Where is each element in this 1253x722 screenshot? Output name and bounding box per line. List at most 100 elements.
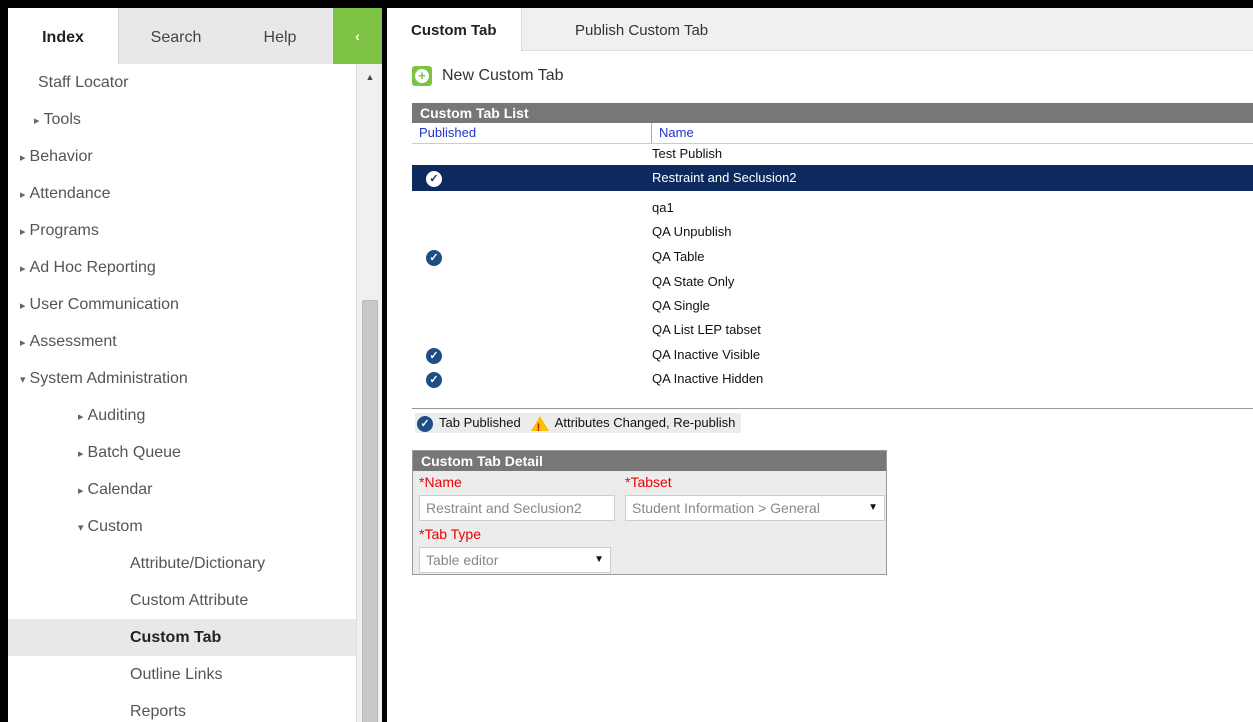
tabset-label: *Tabset: [625, 474, 672, 490]
expand-arrow-icon: ▸: [20, 189, 26, 201]
custom-tab-detail: Custom Tab Detail *Name Restraint and Se…: [412, 450, 887, 575]
tab-publish-custom-tab[interactable]: Publish Custom Tab: [551, 8, 732, 50]
row-name: Restraint and Seclusion2: [652, 170, 797, 185]
nav-item[interactable]: ▸ Assessment: [8, 323, 368, 360]
legend-published-label: Tab Published: [439, 415, 521, 430]
nav-item-label: Attribute/Dictionary: [130, 555, 266, 572]
nav-tree: Staff Locator ▸ Tools ▸ Behavior ▸ Attendan…: [8, 64, 382, 722]
legend-changed-label: Attributes Changed, Re-publish: [554, 415, 736, 430]
expand-arrow-icon: ▸: [20, 300, 26, 312]
row-name: QA Inactive Visible: [652, 347, 761, 362]
nav-item[interactable]: ▾ Custom: [8, 508, 382, 545]
tabset-select[interactable]: Student Information > General ▼: [625, 495, 885, 521]
nav-item-label: Assessment: [29, 333, 117, 350]
tab-index[interactable]: Index: [8, 8, 119, 64]
warning-icon: !: [530, 416, 549, 434]
nav-item[interactable]: ▸ Batch Queue: [8, 434, 382, 471]
row-name: QA Single: [652, 298, 710, 313]
row-name: QA List LEP tabset: [652, 322, 761, 337]
column-header-published[interactable]: Published: [412, 123, 652, 143]
row-name: QA State Only: [652, 274, 735, 289]
nav-item-label: Attendance: [29, 185, 111, 202]
nav-item[interactable]: Staff Locator: [8, 64, 382, 101]
new-custom-tab-button[interactable]: + New Custom Tab: [412, 64, 564, 88]
published-check-icon: ✓: [426, 249, 442, 266]
expand-arrow-icon: ▸: [20, 337, 26, 349]
nav-item-label: Custom Attribute: [130, 592, 249, 609]
table-row[interactable]: ✓ QA Table: [412, 243, 1253, 270]
collapse-button[interactable]: ‹: [333, 8, 382, 64]
nav-item[interactable]: ▸ Tools: [8, 101, 382, 138]
nav-item[interactable]: ▸ Behavior: [8, 138, 368, 175]
custom-tab-list-header: Custom Tab List: [412, 103, 1253, 123]
nav-item[interactable]: Reports: [8, 693, 382, 722]
nav-item[interactable]: Outline Links: [8, 656, 382, 693]
row-name: QA Table: [652, 249, 705, 264]
table-row[interactable]: QA Unpublish: [412, 220, 1253, 243]
column-header-name[interactable]: Name: [652, 123, 694, 143]
expand-arrow-icon: ▸: [20, 226, 26, 238]
scroll-up-arrow-icon[interactable]: ▲: [357, 64, 382, 90]
nav-item-label: System Administration: [29, 370, 188, 387]
table-row[interactable]: ✓ QA Inactive Visible: [412, 342, 1253, 367]
column-header-row: Published Name: [412, 123, 1253, 144]
nav-item[interactable]: ▸ Auditing: [8, 397, 382, 434]
nav-item-label: Behavior: [29, 148, 93, 165]
row-name: Test Publish: [652, 146, 723, 161]
expand-arrow-icon: ▸: [20, 263, 26, 275]
name-input[interactable]: Restraint and Seclusion2: [419, 495, 615, 521]
nav-item[interactable]: ▾ System Administration: [8, 360, 368, 397]
nav-item[interactable]: ▸ User Communication: [8, 286, 368, 323]
nav-item[interactable]: Custom Attribute: [8, 582, 382, 619]
table-row[interactable]: QA List LEP tabset: [412, 318, 1253, 342]
new-custom-tab-label: New Custom Tab: [442, 67, 564, 84]
expand-arrow-icon: ▸: [34, 115, 40, 127]
table-row[interactable]: ✓ Restraint and Seclusion2: [412, 165, 1253, 191]
custom-tab-list: Custom Tab List Published Name Test Publ…: [412, 103, 1253, 409]
published-check-icon: ✓: [426, 371, 442, 388]
nav-item[interactable]: ▸ Calendar: [8, 471, 382, 508]
nav-item[interactable]: ▸ Attendance: [8, 175, 368, 212]
expand-arrow-icon: ▸: [78, 485, 84, 497]
table-row[interactable]: QA State Only: [412, 270, 1253, 294]
row-name: QA Unpublish: [652, 224, 732, 239]
dropdown-arrow-icon: ▼: [868, 502, 878, 513]
left-pane: Index Search Help ‹ Staff Locator ▸ Tools…: [8, 8, 382, 722]
tabset-value: Student Information > General: [632, 500, 820, 516]
tab-type-value: Table editor: [426, 552, 499, 568]
tab-help[interactable]: Help: [230, 8, 330, 64]
nav-item[interactable]: ▸ Programs: [8, 212, 368, 249]
nav-item-label: User Communication: [29, 296, 179, 313]
tab-type-label: *Tab Type: [419, 526, 482, 542]
nav-item-label: Batch Queue: [87, 444, 181, 461]
name-label: *Name: [419, 474, 462, 490]
row-name: qa1: [652, 200, 674, 215]
nav-item-label: Ad Hoc Reporting: [29, 259, 156, 276]
published-check-icon: ✓: [426, 347, 442, 364]
table-row[interactable]: QA Single: [412, 294, 1253, 318]
main-pane: Custom Tab Publish Custom Tab + New Custo…: [387, 8, 1253, 722]
nav-item-label: Auditing: [87, 407, 146, 424]
nav-item-custom-tab[interactable]: Custom Tab: [8, 619, 382, 656]
nav-item[interactable]: Attribute/Dictionary: [8, 545, 382, 582]
nav-item[interactable]: ▸ Ad Hoc Reporting: [8, 249, 368, 286]
tab-custom-tab[interactable]: Custom Tab: [387, 8, 522, 51]
expand-arrow-icon: ▸: [20, 152, 26, 164]
table-row[interactable]: ✓ QA Inactive Hidden: [412, 367, 1253, 391]
publish-legend: ✓ Tab Published! Attributes Changed, Re-pu…: [415, 413, 742, 434]
nav-scrollbar[interactable]: ▲: [356, 64, 382, 722]
table-row[interactable]: Test Publish: [412, 143, 1253, 165]
main-tab-bar: Custom Tab Publish Custom Tab: [387, 8, 1253, 51]
nav-item-label: Staff Locator: [38, 74, 129, 91]
expand-arrow-icon: ▾: [78, 522, 84, 534]
table-row[interactable]: qa1: [412, 196, 1253, 220]
nav-item-label: Custom: [87, 518, 143, 535]
expand-arrow-icon: ▾: [20, 374, 26, 386]
nav-item-label: Outline Links: [130, 666, 223, 683]
published-check-icon: ✓: [426, 170, 442, 187]
tab-search[interactable]: Search: [126, 8, 226, 64]
published-check-icon: ✓: [417, 415, 433, 432]
dropdown-arrow-icon: ▼: [594, 554, 604, 565]
scroll-thumb[interactable]: [362, 300, 378, 722]
tab-type-select[interactable]: Table editor ▼: [419, 547, 611, 573]
